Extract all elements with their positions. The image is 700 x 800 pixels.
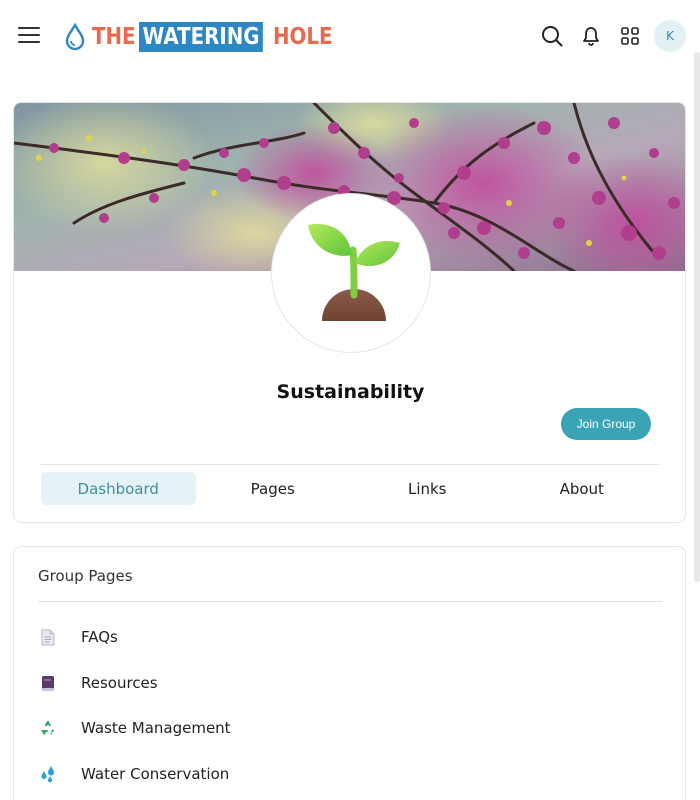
tab-links[interactable]: Links: [350, 472, 505, 505]
top-bar: THE WATERING HOLE K: [0, 0, 700, 76]
water-droplets-icon: [38, 764, 58, 784]
site-logo[interactable]: THE WATERING HOLE: [64, 22, 342, 52]
logo-word-hole: HOLE: [272, 24, 333, 50]
page-scrollbar[interactable]: [694, 52, 700, 582]
group-title: Sustainability: [276, 381, 425, 403]
group-pages-divider: [38, 601, 662, 602]
book-icon: [38, 673, 58, 693]
tab-about[interactable]: About: [505, 472, 660, 505]
menu-icon[interactable]: [18, 27, 40, 45]
list-item-waste-management[interactable]: Waste Management: [38, 714, 231, 742]
list-item-label: Water Conservation: [81, 765, 230, 783]
list-item-label: Resources: [81, 674, 158, 692]
logo-word-watering: WATERING: [138, 22, 263, 52]
document-icon: [38, 627, 58, 647]
user-avatar[interactable]: K: [654, 20, 686, 52]
group-pages-card: Group Pages FAQs Resources Waste Managem…: [13, 546, 686, 800]
apps-grid-icon[interactable]: [614, 20, 646, 52]
tab-dashboard[interactable]: Dashboard: [41, 472, 196, 505]
search-icon[interactable]: [536, 20, 568, 52]
tabs-divider: [41, 464, 659, 465]
water-drop-icon: [65, 23, 85, 51]
sprout-icon: [308, 224, 400, 321]
list-item-label: Waste Management: [81, 719, 231, 737]
list-item-label: FAQs: [81, 628, 118, 646]
header-actions: K: [529, 20, 686, 52]
tab-pages[interactable]: Pages: [196, 472, 351, 505]
list-item-resources[interactable]: Resources: [38, 669, 158, 697]
recycle-icon: [38, 718, 58, 738]
join-group-button[interactable]: Join Group: [561, 408, 651, 440]
group-header-card: Sustainability Join Group Dashboard Page…: [13, 102, 686, 523]
group-tabs: Dashboard Pages Links About: [41, 472, 659, 505]
list-item-water-conservation[interactable]: Water Conservation: [38, 760, 229, 788]
logo-word-the: THE: [92, 24, 136, 50]
group-pages-heading: Group Pages: [38, 567, 133, 585]
list-item-faqs[interactable]: FAQs: [38, 623, 118, 651]
bell-icon[interactable]: [575, 20, 607, 52]
